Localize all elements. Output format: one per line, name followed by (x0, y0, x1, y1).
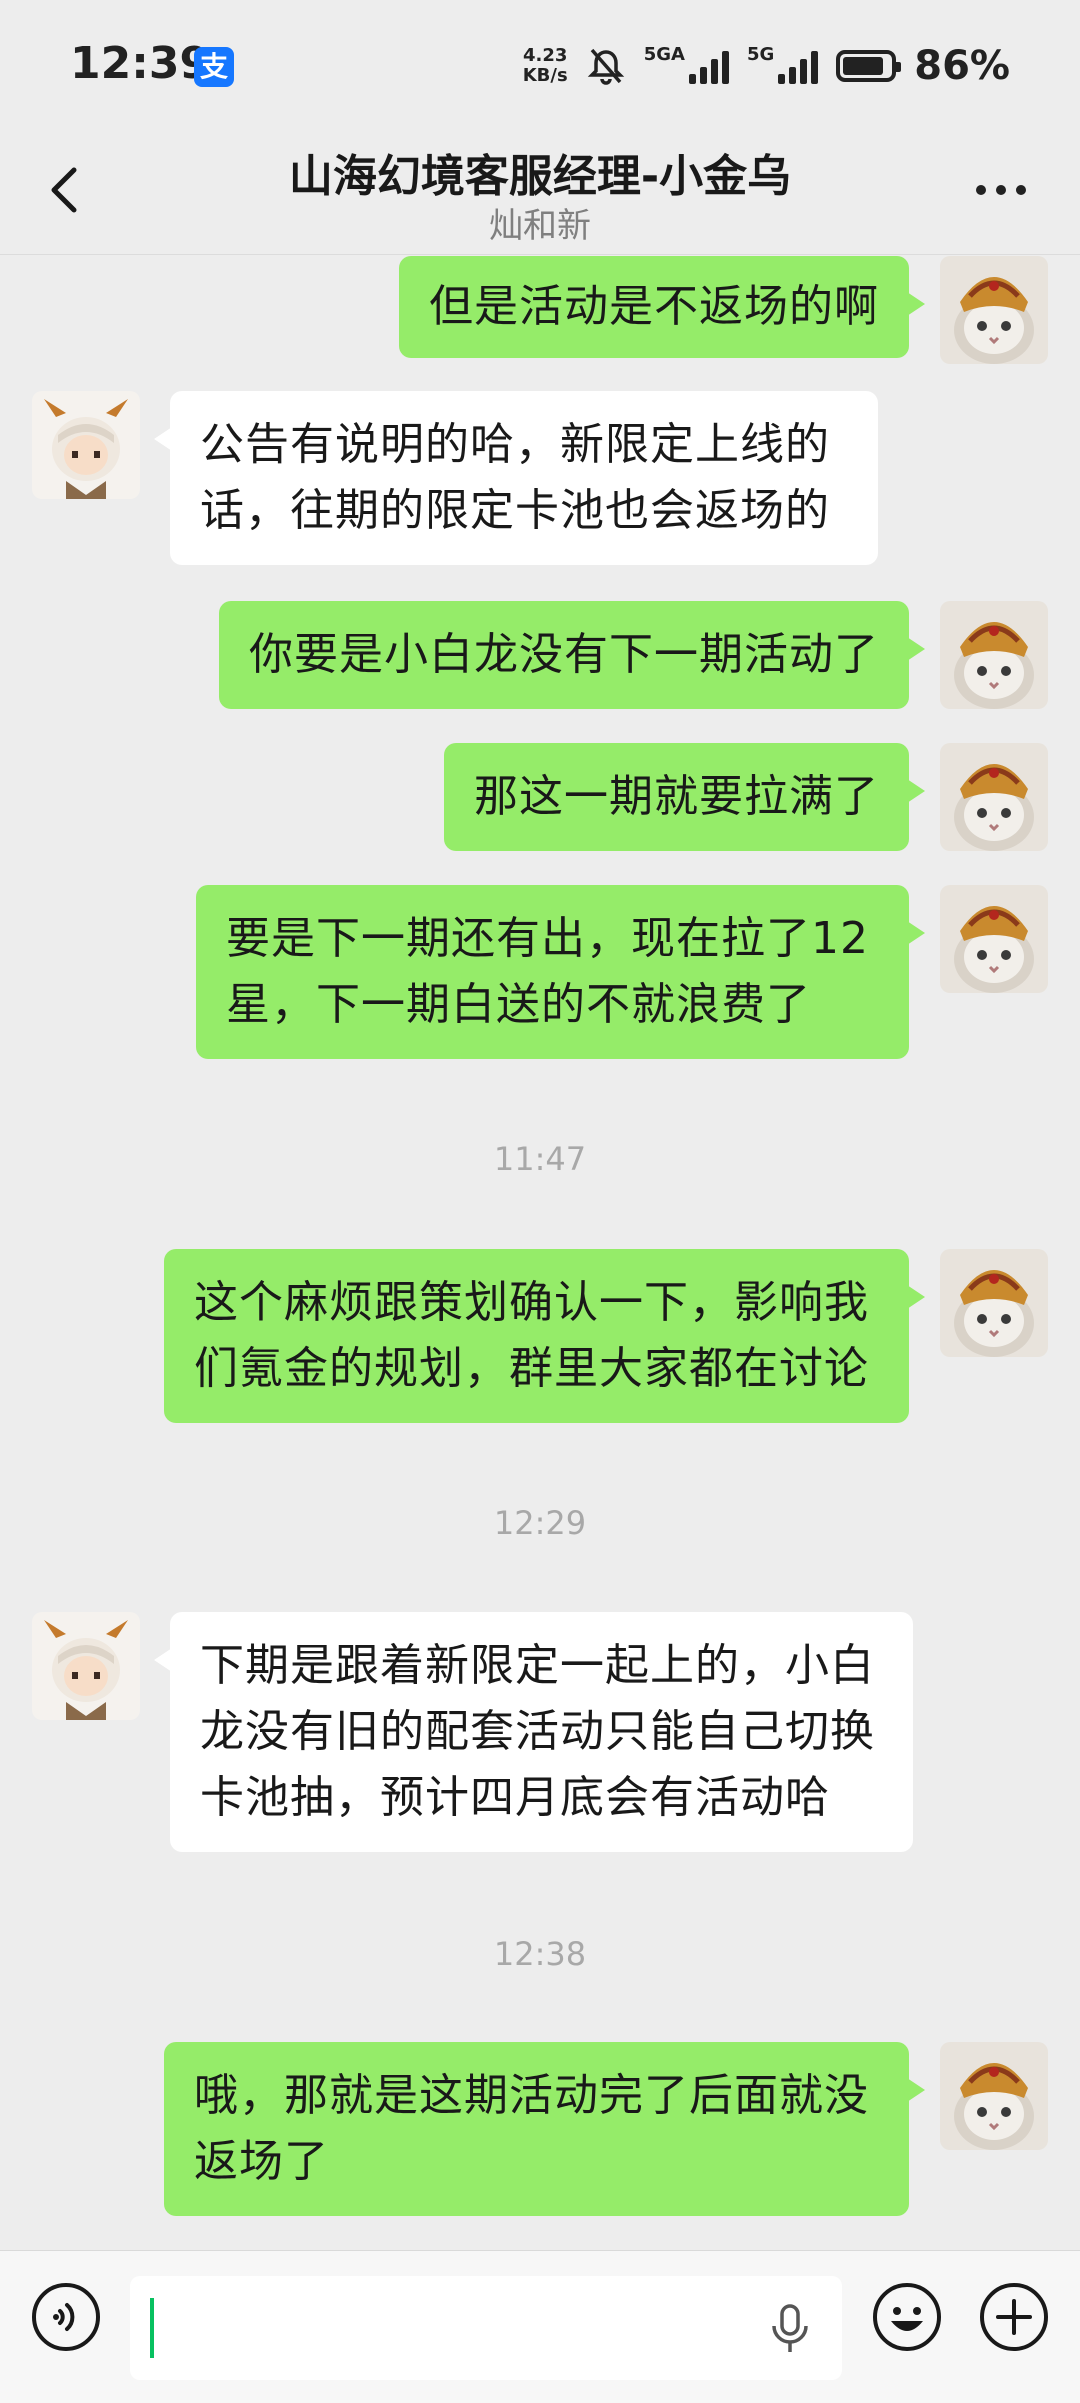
status-bar: 12:39 支 4.23 KB/s 5GA 5G 86% (0, 0, 1080, 130)
status-indicators: 4.23 KB/s 5GA 5G 86% (523, 38, 1010, 94)
my-avatar[interactable] (940, 743, 1048, 851)
signal-icon (688, 48, 729, 84)
input-bar (0, 2250, 1080, 2403)
chat-subtitle: 灿和新 (489, 206, 591, 246)
my-avatar[interactable] (940, 256, 1048, 364)
message-timestamp: 12:38 (493, 1935, 587, 1973)
chat-header: 山海幻境客服经理-小金乌 灿和新 (0, 130, 1080, 255)
my-avatar[interactable] (940, 885, 1048, 993)
battery-icon (836, 50, 902, 82)
status-time: 12:39 (70, 38, 211, 89)
message-bubble-sent[interactable]: 那这一期就要拉满了 (444, 743, 925, 851)
message-bubble-sent[interactable]: 哦，那就是这期活动完了后面就没返场了 (164, 2042, 925, 2216)
my-avatar[interactable] (940, 1249, 1048, 1357)
message-bubble-sent[interactable]: 要是下一期还有出，现在拉了12星，下一期白送的不就浪费了 (196, 885, 925, 1059)
emoji-icon[interactable] (871, 2281, 943, 2353)
contact-avatar[interactable] (32, 391, 140, 499)
contact-avatar[interactable] (32, 1612, 140, 1720)
plus-icon[interactable] (978, 2281, 1050, 2353)
alipay-icon: 支 (194, 47, 234, 87)
microphone-icon[interactable] (768, 2304, 812, 2354)
message-bubble-received[interactable]: 下期是跟着新限定一起上的，小白龙没有旧的配套活动只能自己切换卡池抽，预计四月底会… (154, 1612, 913, 1852)
net-speed-value: 4.23 (523, 45, 568, 66)
net-speed-unit: KB/s (522, 65, 568, 86)
message-timestamp: 11:47 (493, 1140, 587, 1178)
message-bubble-received[interactable]: 公告有说明的哈，新限定上线的话，往期的限定卡池也会返场的 (154, 391, 878, 565)
message-timestamp: 12:29 (493, 1504, 587, 1542)
my-avatar[interactable] (940, 2042, 1048, 2150)
more-dots-icon[interactable] (966, 170, 1036, 210)
message-bubble-sent[interactable]: 这个麻烦跟策划确认一下，影响我们氪金的规划，群里大家都在讨论 (164, 1249, 925, 1423)
my-avatar[interactable] (940, 601, 1048, 709)
text-caret (150, 2298, 154, 2358)
message-bubble-sent[interactable]: 你要是小白龙没有下一期活动了 (219, 601, 925, 709)
message-list[interactable]: 但是活动是不返场的啊 公告有说明的哈，新限定上线的话，往期的限定卡池也会返场的 … (0, 256, 1080, 2250)
voice-icon[interactable] (30, 2281, 102, 2353)
message-input[interactable] (130, 2276, 842, 2380)
signal1-label: 5GA (643, 43, 685, 65)
message-bubble-sent[interactable]: 但是活动是不返场的啊 (399, 256, 925, 358)
net-speed: 4.23 KB/s (523, 46, 568, 86)
mute-bell-icon (587, 48, 624, 85)
signal-icon-2 (778, 48, 819, 84)
chat-title: 山海幻境客服经理-小金乌 (288, 151, 792, 202)
signal2-label: 5G (746, 43, 775, 65)
battery-percent: 86% (914, 43, 1010, 89)
